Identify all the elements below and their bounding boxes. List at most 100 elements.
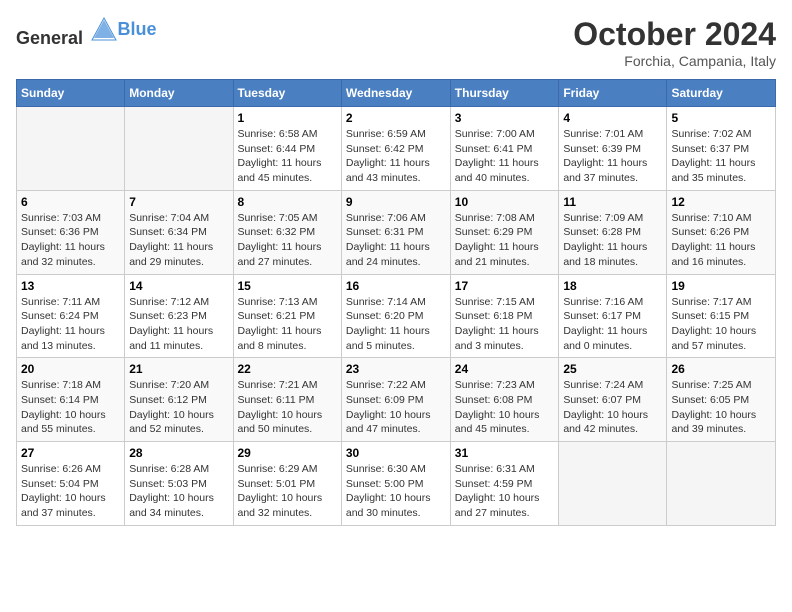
- calendar-cell: 1Sunrise: 6:58 AM Sunset: 6:44 PM Daylig…: [233, 107, 341, 191]
- day-detail: Sunrise: 7:13 AM Sunset: 6:21 PM Dayligh…: [238, 295, 337, 354]
- calendar-cell: 29 Sunrise: 6:29 AM Sunset: 5:01 PM Dayli…: [233, 442, 341, 526]
- calendar-cell: 16 Sunrise: 7:14 AM Sunset: 6:20 PM Dayli…: [341, 274, 450, 358]
- title-area: October 2024 Forchia, Campania, Italy: [573, 16, 776, 69]
- calendar-week-row: 13 Sunrise: 7:11 AM Sunset: 6:24 PM Dayli…: [17, 274, 776, 358]
- day-number: 26: [671, 362, 771, 376]
- day-detail: Sunrise: 7:05 AM Sunset: 6:32 PM Dayligh…: [238, 211, 337, 270]
- day-number: 8: [238, 195, 337, 209]
- day-detail: Sunrise: 7:03 AM Sunset: 6:36 PM Dayligh…: [21, 211, 120, 270]
- day-number: 4: [563, 111, 662, 125]
- calendar-cell: 2 Sunrise: 6:59 AM Sunset: 6:42 PM Daylig…: [341, 107, 450, 191]
- day-number: 18: [563, 279, 662, 293]
- calendar-cell: 4 Sunrise: 7:01 AM Sunset: 6:39 PM Daylig…: [559, 107, 667, 191]
- day-detail: Sunrise: 7:24 AM Sunset: 6:07 PM Dayligh…: [563, 378, 662, 437]
- day-detail: Sunrise: 7:10 AM Sunset: 6:26 PM Dayligh…: [671, 211, 771, 270]
- day-number: 29: [238, 446, 337, 460]
- day-number: 28: [129, 446, 228, 460]
- calendar-cell: 13 Sunrise: 7:11 AM Sunset: 6:24 PM Dayli…: [17, 274, 125, 358]
- calendar-cell: [559, 442, 667, 526]
- day-detail: Sunrise: 7:23 AM Sunset: 6:08 PM Dayligh…: [455, 378, 555, 437]
- header-day: Wednesday: [341, 80, 450, 107]
- day-detail: Sunrise: 7:22 AM Sunset: 6:09 PM Dayligh…: [346, 378, 446, 437]
- calendar-cell: 19 Sunrise: 7:17 AM Sunset: 6:15 PM Dayli…: [667, 274, 776, 358]
- day-number: 11: [563, 195, 662, 209]
- calendar-cell: 27Sunrise: 6:26 AM Sunset: 5:04 PM Dayli…: [17, 442, 125, 526]
- day-detail: Sunrise: 7:02 AM Sunset: 6:37 PM Dayligh…: [671, 127, 771, 186]
- day-detail: Sunrise: 7:25 AM Sunset: 6:05 PM Dayligh…: [671, 378, 771, 437]
- day-detail: Sunrise: 6:29 AM Sunset: 5:01 PM Dayligh…: [238, 462, 337, 521]
- day-detail: Sunrise: 7:14 AM Sunset: 6:20 PM Dayligh…: [346, 295, 446, 354]
- day-number: 15: [238, 279, 337, 293]
- day-detail: Sunrise: 7:09 AM Sunset: 6:28 PM Dayligh…: [563, 211, 662, 270]
- calendar-table: SundayMondayTuesdayWednesdayThursdayFrid…: [16, 79, 776, 526]
- logo-general: General: [16, 28, 83, 48]
- header-day: Thursday: [450, 80, 559, 107]
- calendar-cell: 17 Sunrise: 7:15 AM Sunset: 6:18 PM Dayli…: [450, 274, 559, 358]
- day-number: 22: [238, 362, 337, 376]
- calendar-cell: 10 Sunrise: 7:08 AM Sunset: 6:29 PM Dayli…: [450, 190, 559, 274]
- logo-icon: [90, 16, 118, 44]
- calendar-cell: 31 Sunrise: 6:31 AM Sunset: 4:59 PM Dayli…: [450, 442, 559, 526]
- calendar-cell: 7Sunrise: 7:04 AM Sunset: 6:34 PM Daylig…: [125, 190, 233, 274]
- day-number: 12: [671, 195, 771, 209]
- calendar-cell: [17, 107, 125, 191]
- day-number: 19: [671, 279, 771, 293]
- day-detail: Sunrise: 7:11 AM Sunset: 6:24 PM Dayligh…: [21, 295, 120, 354]
- day-detail: Sunrise: 7:17 AM Sunset: 6:15 PM Dayligh…: [671, 295, 771, 354]
- day-number: 21: [129, 362, 228, 376]
- day-detail: Sunrise: 7:04 AM Sunset: 6:34 PM Dayligh…: [129, 211, 228, 270]
- month-title: October 2024: [573, 16, 776, 53]
- header-day: Saturday: [667, 80, 776, 107]
- calendar-cell: 5Sunrise: 7:02 AM Sunset: 6:37 PM Daylig…: [667, 107, 776, 191]
- header-day: Tuesday: [233, 80, 341, 107]
- day-number: 1: [238, 111, 337, 125]
- calendar-cell: [667, 442, 776, 526]
- day-number: 31: [455, 446, 555, 460]
- day-detail: Sunrise: 7:06 AM Sunset: 6:31 PM Dayligh…: [346, 211, 446, 270]
- day-detail: Sunrise: 6:26 AM Sunset: 5:04 PM Dayligh…: [21, 462, 120, 521]
- calendar-cell: 23Sunrise: 7:22 AM Sunset: 6:09 PM Dayli…: [341, 358, 450, 442]
- day-detail: Sunrise: 6:31 AM Sunset: 4:59 PM Dayligh…: [455, 462, 555, 521]
- day-detail: Sunrise: 6:28 AM Sunset: 5:03 PM Dayligh…: [129, 462, 228, 521]
- calendar-week-row: 1Sunrise: 6:58 AM Sunset: 6:44 PM Daylig…: [17, 107, 776, 191]
- day-number: 30: [346, 446, 446, 460]
- logo-blue: Blue: [118, 19, 157, 39]
- calendar-cell: 24 Sunrise: 7:23 AM Sunset: 6:08 PM Dayli…: [450, 358, 559, 442]
- calendar-cell: 22 Sunrise: 7:21 AM Sunset: 6:11 PM Dayli…: [233, 358, 341, 442]
- day-detail: Sunrise: 7:12 AM Sunset: 6:23 PM Dayligh…: [129, 295, 228, 354]
- calendar-cell: 11 Sunrise: 7:09 AM Sunset: 6:28 PM Dayli…: [559, 190, 667, 274]
- day-detail: Sunrise: 7:16 AM Sunset: 6:17 PM Dayligh…: [563, 295, 662, 354]
- header-day: Monday: [125, 80, 233, 107]
- day-number: 24: [455, 362, 555, 376]
- calendar-cell: 6Sunrise: 7:03 AM Sunset: 6:36 PM Daylig…: [17, 190, 125, 274]
- page-header: General Blue October 2024 Forchia, Campa…: [16, 16, 776, 69]
- day-detail: Sunrise: 7:00 AM Sunset: 6:41 PM Dayligh…: [455, 127, 555, 186]
- calendar-cell: 18 Sunrise: 7:16 AM Sunset: 6:17 PM Dayli…: [559, 274, 667, 358]
- day-number: 13: [21, 279, 120, 293]
- day-number: 10: [455, 195, 555, 209]
- header-day: Friday: [559, 80, 667, 107]
- day-detail: Sunrise: 7:21 AM Sunset: 6:11 PM Dayligh…: [238, 378, 337, 437]
- day-detail: Sunrise: 7:20 AM Sunset: 6:12 PM Dayligh…: [129, 378, 228, 437]
- day-number: 14: [129, 279, 228, 293]
- calendar-cell: 9 Sunrise: 7:06 AM Sunset: 6:31 PM Daylig…: [341, 190, 450, 274]
- day-number: 2: [346, 111, 446, 125]
- subtitle: Forchia, Campania, Italy: [573, 53, 776, 69]
- day-number: 20: [21, 362, 120, 376]
- calendar-week-row: 6Sunrise: 7:03 AM Sunset: 6:36 PM Daylig…: [17, 190, 776, 274]
- header-day: Sunday: [17, 80, 125, 107]
- day-number: 9: [346, 195, 446, 209]
- day-number: 17: [455, 279, 555, 293]
- calendar-cell: 30Sunrise: 6:30 AM Sunset: 5:00 PM Dayli…: [341, 442, 450, 526]
- calendar-cell: 14 Sunrise: 7:12 AM Sunset: 6:23 PM Dayli…: [125, 274, 233, 358]
- day-detail: Sunrise: 7:01 AM Sunset: 6:39 PM Dayligh…: [563, 127, 662, 186]
- day-detail: Sunrise: 6:59 AM Sunset: 6:42 PM Dayligh…: [346, 127, 446, 186]
- calendar-cell: 3Sunrise: 7:00 AM Sunset: 6:41 PM Daylig…: [450, 107, 559, 191]
- day-detail: Sunrise: 7:15 AM Sunset: 6:18 PM Dayligh…: [455, 295, 555, 354]
- calendar-cell: 8 Sunrise: 7:05 AM Sunset: 6:32 PM Daylig…: [233, 190, 341, 274]
- day-number: 16: [346, 279, 446, 293]
- day-detail: Sunrise: 7:18 AM Sunset: 6:14 PM Dayligh…: [21, 378, 120, 437]
- day-detail: Sunrise: 7:08 AM Sunset: 6:29 PM Dayligh…: [455, 211, 555, 270]
- calendar-cell: 20 Sunrise: 7:18 AM Sunset: 6:14 PM Dayli…: [17, 358, 125, 442]
- calendar-week-row: 20 Sunrise: 7:18 AM Sunset: 6:14 PM Dayli…: [17, 358, 776, 442]
